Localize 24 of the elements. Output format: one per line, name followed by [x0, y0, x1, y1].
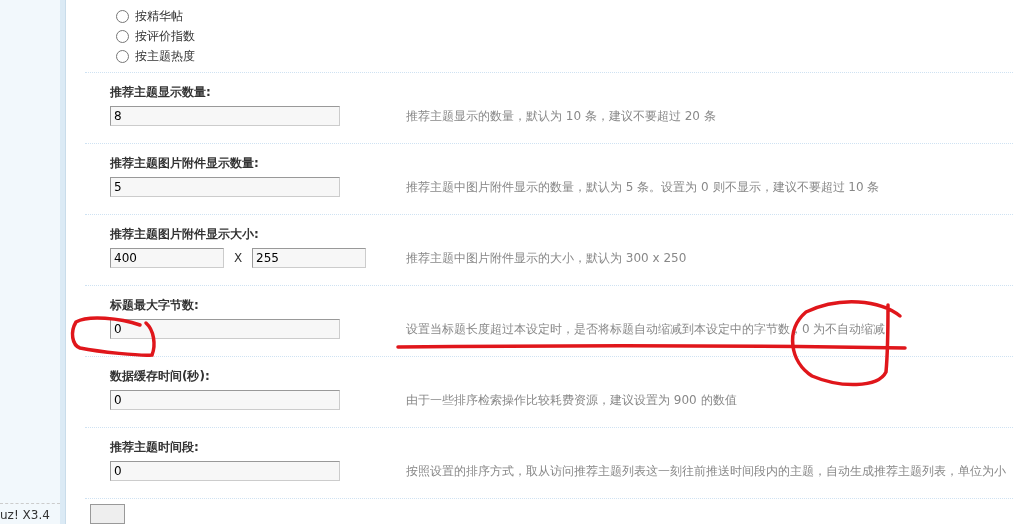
input-field[interactable]: 0 — [110, 461, 340, 481]
input-field[interactable]: 0 — [110, 390, 340, 410]
setting-description: 推荐主题中图片附件显示的数量，默认为 5 条。设置为 0 则不显示，建议不要超过 10 条 — [406, 179, 880, 196]
sort-option[interactable]: 按主题热度 — [116, 46, 1013, 66]
input-field[interactable]: 5 — [110, 177, 340, 197]
sort-option[interactable]: 按精华帖 — [116, 6, 1013, 26]
input-field[interactable]: 8 — [110, 106, 340, 126]
setting-description: 按照设置的排序方式，取从访问推荐主题列表这一刻往前推送时间段内的主题，自动生成推荐主题列表，单位为小 — [406, 463, 1006, 480]
setting-description: 设置当标题长度超过本设定时，是否将标题自动缩减到本设定中的字节数，0 为不自动缩减 — [406, 321, 886, 338]
setting-label: 推荐主题图片附件显示数量: — [110, 155, 260, 172]
setting-label: 标题最大字节数: — [110, 297, 200, 314]
setting-label: 推荐主题时间段: — [110, 439, 200, 456]
input-field[interactable]: 0 — [110, 319, 340, 339]
setting-description: 推荐主题显示的数量，默认为 10 条，建议不要超过 20 条 — [406, 108, 716, 125]
submit-button[interactable] — [90, 504, 125, 524]
sort-option[interactable]: 按评价指数 — [116, 26, 1013, 46]
setting-label: 推荐主题图片附件显示大小: — [110, 226, 260, 243]
setting-description: 推荐主题中图片附件显示的大小，默认为 300 x 250 — [406, 250, 687, 267]
input-field[interactable]: 400 — [110, 248, 224, 268]
times-sign: X — [232, 251, 244, 265]
setting-description: 由于一些排序检索操作比较耗费资源，建议设置为 900 的数值 — [406, 392, 737, 409]
input-field[interactable]: 255 — [252, 248, 366, 268]
setting-label: 推荐主题显示数量: — [110, 84, 212, 101]
setting-label: 数据缓存时间(秒): — [110, 368, 211, 385]
